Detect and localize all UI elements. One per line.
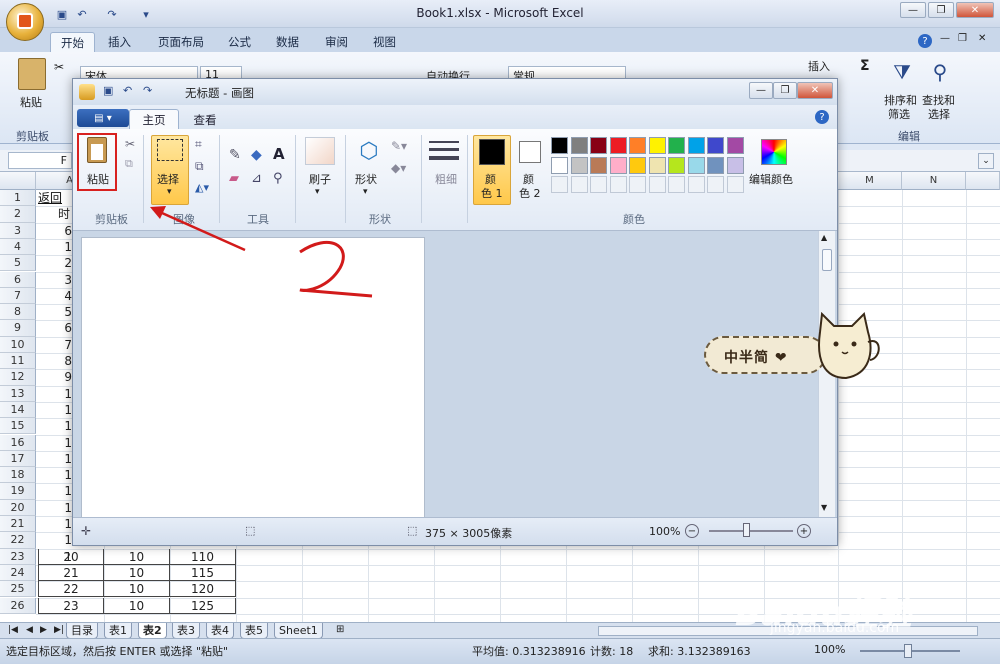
sticker-text: 中半简 ❤ xyxy=(724,350,788,366)
desktop: Book1.xlsx - Microsoft Excel ▣ ↶ ↷ ▾ — ❐… xyxy=(0,0,1000,664)
cat-sticker-icon xyxy=(818,312,880,380)
decorative-sticker: 中半简 ❤ xyxy=(704,336,826,374)
office-logo-icon xyxy=(17,13,33,29)
annotation-arrow-line xyxy=(152,207,246,252)
handwritten-2-stroke xyxy=(299,240,373,298)
office-button[interactable] xyxy=(6,3,44,41)
annotation-number: 2 xyxy=(290,287,291,289)
baidu-watermark-url: jingyan.baidu.com xyxy=(770,620,900,636)
